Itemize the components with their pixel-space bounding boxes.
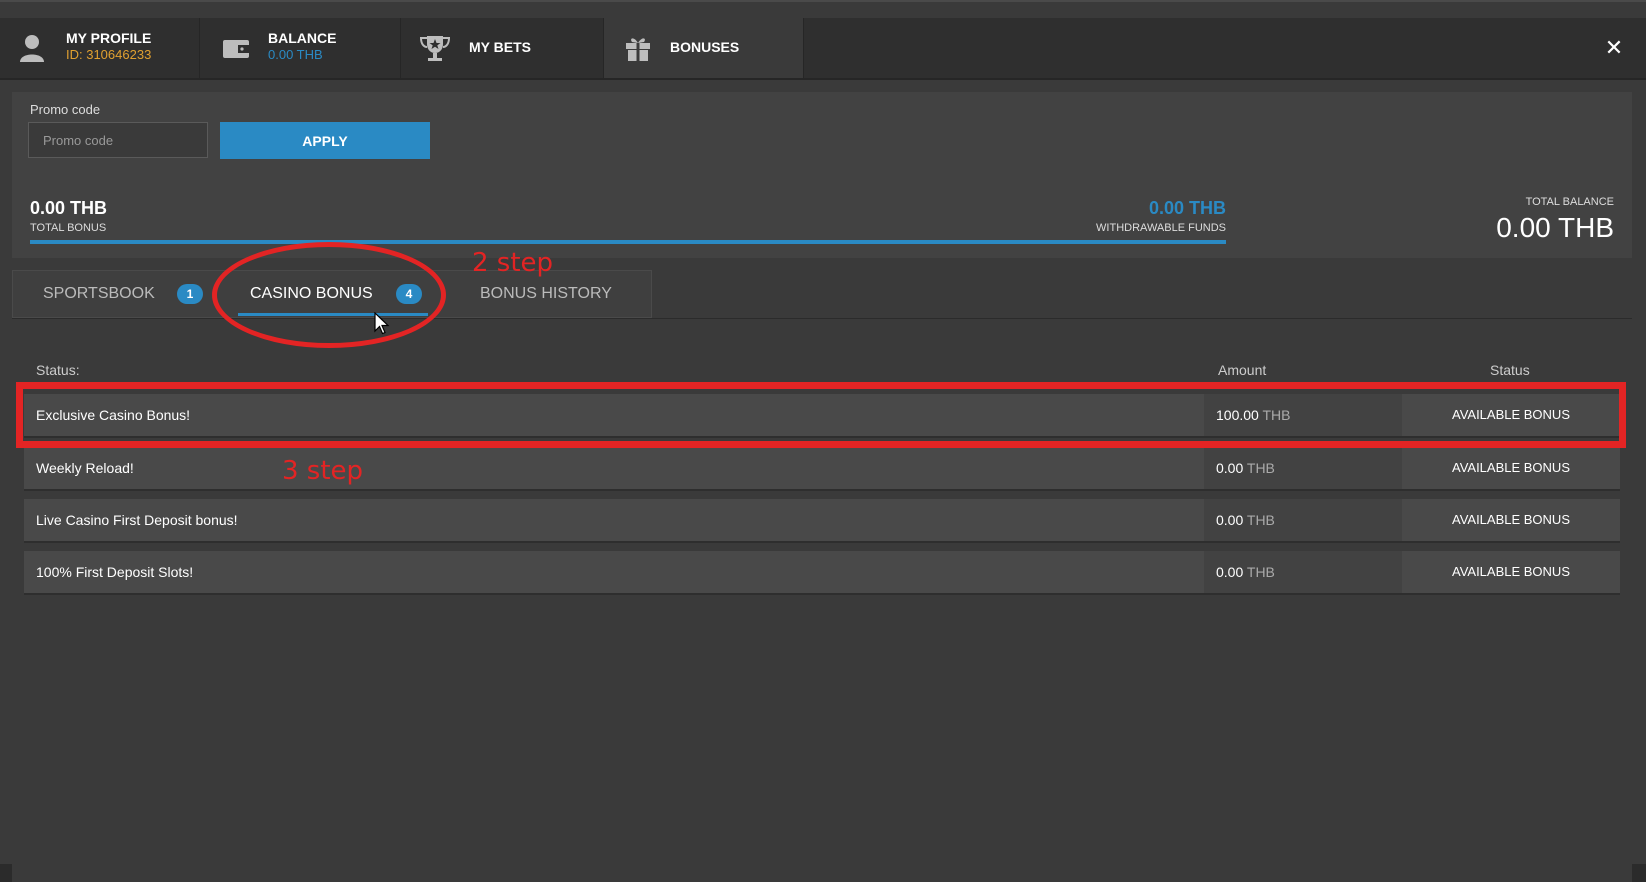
tab-label: BALANCE <box>268 30 337 46</box>
tab-balance[interactable]: BALANCE 0.00 THB <box>200 18 401 78</box>
tab-label: MY BETS <box>469 39 531 55</box>
close-icon[interactable]: ✕ <box>1598 32 1630 64</box>
bonus-status: AVAILABLE BONUS <box>1451 564 1570 579</box>
wallet-icon <box>220 32 252 64</box>
step2-annotation: 2 step <box>472 248 554 278</box>
promo-code-input[interactable] <box>28 122 208 158</box>
table-row[interactable]: Live Casino First Deposit bonus! 0.00 TH… <box>24 499 1620 543</box>
account-nav: MY PROFILE ID: 310646233 BALANCE 0.00 TH… <box>0 18 1646 80</box>
bonus-summary-panel: Promo code APPLY 0.00 THB TOTAL BONUS 0.… <box>12 92 1632 258</box>
amount-cell: 0.00 THB <box>1204 551 1402 593</box>
amount-cell: 0.00 THB <box>1204 447 1402 489</box>
withdrawable-funds-label: WITHDRAWABLE FUNDS <box>1096 222 1226 234</box>
bonus-amount: 0.00 THB <box>1216 564 1275 580</box>
balance-amount: 0.00 THB <box>268 47 323 62</box>
tab-label: BONUSES <box>670 39 740 55</box>
amount-cell: 0.00 THB <box>1204 499 1402 541</box>
total-bonus-value: 0.00 THB <box>30 198 108 218</box>
column-header-status-col: Status <box>1490 362 1530 378</box>
bonus-amount: 0.00 THB <box>1216 512 1275 528</box>
bonus-progress-bar <box>30 240 1226 244</box>
bonus-name: Weekly Reload! <box>36 460 134 476</box>
profile-id: ID: 310646233 <box>66 47 152 62</box>
tab-label: MY PROFILE <box>66 30 152 46</box>
bonus-name: 100% First Deposit Slots! <box>36 564 194 580</box>
count-badge: 1 <box>177 284 203 304</box>
tab-bonuses[interactable]: BONUSES <box>604 18 804 78</box>
mouse-cursor-icon <box>374 311 390 341</box>
top-strip <box>0 0 1646 18</box>
step3-annotation: 3 step <box>282 456 364 486</box>
promo-code-label: Promo code <box>30 102 101 117</box>
tab-label: SPORTSBOOK <box>43 285 155 302</box>
tab-my-profile[interactable]: MY PROFILE ID: 310646233 <box>0 18 200 78</box>
gift-icon <box>622 32 654 64</box>
total-balance-value: 0.00 THB <box>1496 212 1614 243</box>
trophy-icon <box>417 32 451 64</box>
bonus-status: AVAILABLE BONUS <box>1451 460 1570 475</box>
column-header-amount: Amount <box>1218 362 1267 378</box>
total-balance-label: TOTAL BALANCE <box>1525 196 1614 208</box>
column-header-status: Status: <box>36 362 80 378</box>
table-row[interactable]: 100% First Deposit Slots! 0.00 THB AVAIL… <box>24 551 1620 595</box>
bonus-amount: 0.00 THB <box>1216 460 1275 476</box>
withdrawable-funds-value: 0.00 THB <box>1148 198 1226 218</box>
bonus-status: AVAILABLE BONUS <box>1451 512 1570 527</box>
tab-my-bets[interactable]: MY BETS <box>401 18 604 78</box>
table-row[interactable]: Weekly Reload! 0.00 THB AVAILABLE BONUS <box>24 447 1620 491</box>
apply-button[interactable]: APPLY <box>220 122 430 159</box>
bonus-name: Live Casino First Deposit bonus! <box>36 512 238 528</box>
tab-sportsbook[interactable]: SPORTSBOOK 1 <box>43 270 213 318</box>
step3-highlight-rect <box>16 382 1626 448</box>
total-bonus-label: TOTAL BONUS <box>30 222 107 234</box>
user-icon <box>16 32 48 64</box>
step2-highlight-ellipse <box>212 242 446 348</box>
tab-label: BONUS HISTORY <box>480 285 612 302</box>
